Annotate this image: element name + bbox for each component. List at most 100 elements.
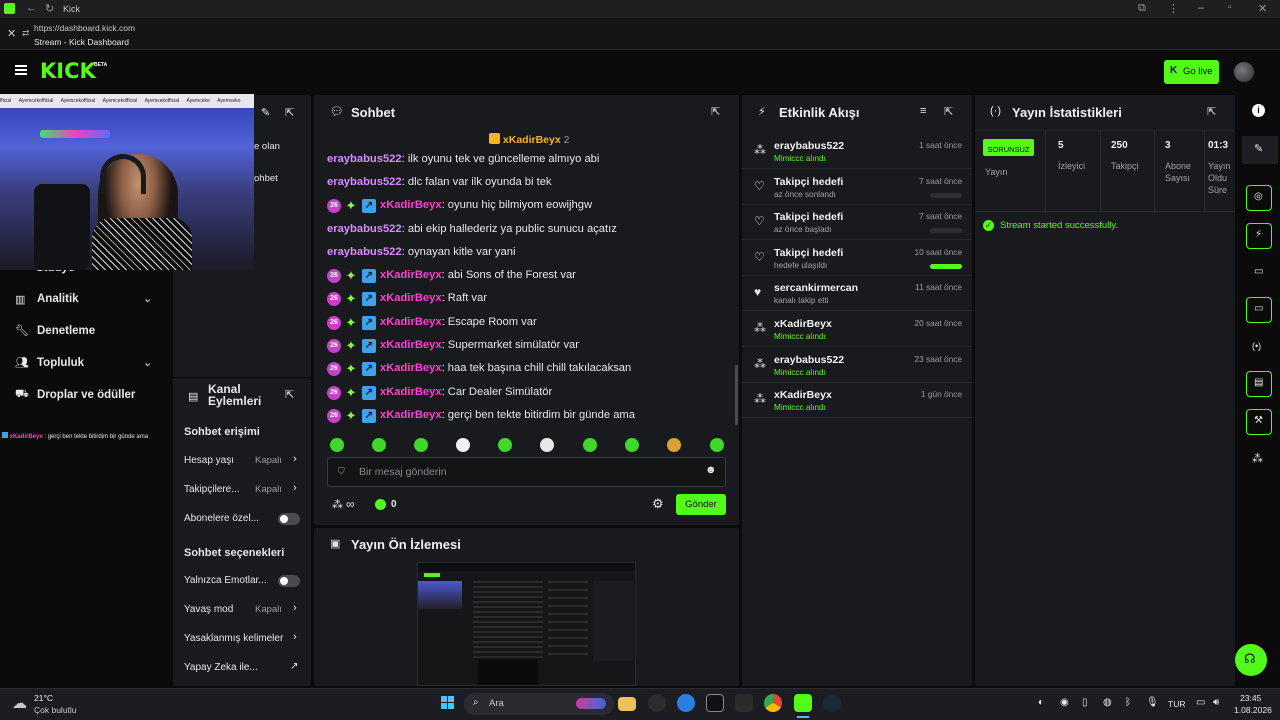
external-link-icon[interactable]: ↗ [290, 661, 298, 672]
stream-preview-video[interactable] [417, 562, 636, 686]
hamburger-menu-icon[interactable] [15, 65, 27, 75]
popout-icon[interactable]: ⇱ [1207, 105, 1216, 118]
activity-item[interactable]: ⁂ xKadirBeyx Mimiccc alındı 20 saat önce [742, 312, 972, 347]
chat-input[interactable]: ⛉ Bir mesaj gönderin ☻ [327, 457, 726, 487]
chat-username[interactable]: xKadirBeyx [380, 362, 442, 374]
chat-username[interactable]: xKadirBeyx [380, 386, 442, 398]
bluetooth-icon[interactable]: ᛒ [1125, 697, 1131, 708]
chat-username[interactable]: xKadirBeyx [380, 316, 442, 328]
avatar[interactable] [1234, 62, 1254, 82]
tool-camera-button[interactable]: ◎ [1246, 185, 1272, 211]
emote-icon[interactable] [330, 438, 344, 452]
minimize-icon[interactable]: – [1198, 2, 1204, 14]
reload-icon[interactable]: ↻ [45, 2, 54, 15]
tool-chat-button[interactable]: ▭ [1246, 297, 1272, 323]
activity-item[interactable]: ♥ sercankirmercan kanalı takip etti 11 saat… [742, 276, 972, 312]
tab-title[interactable]: Kick [63, 4, 80, 14]
emoji-icon[interactable]: ☻ [705, 464, 717, 476]
sidebar-item-drops[interactable]: ⛟ Droplar ve ödüller [15, 388, 165, 406]
setting-followers-only[interactable]: Takipçilere... [184, 484, 302, 495]
setting-ai-moderation[interactable]: Yapay Zeka ile... [184, 662, 302, 673]
broadcast-icon[interactable]: (•) [1252, 341, 1261, 351]
activity-item[interactable]: ♡ Takipçi hedefi az önce sonlandı 7 saat ön… [742, 170, 972, 205]
emote-icon[interactable] [540, 438, 554, 452]
emote-icon[interactable] [498, 438, 512, 452]
chevron-right-icon[interactable]: › [293, 631, 297, 643]
steam-icon[interactable] [823, 694, 841, 712]
popout-icon[interactable]: ⇱ [285, 106, 294, 119]
tray-icon[interactable]: ◍ [1103, 697, 1112, 708]
volume-icon[interactable]: 🔊︎ [1213, 697, 1219, 708]
emote-icon[interactable] [583, 438, 597, 452]
activity-item[interactable]: ⁂ eraybabus522 Mimiccc alındı 23 saat önce [742, 348, 972, 383]
emote-icon[interactable] [414, 438, 428, 452]
network-icon[interactable]: ▭ [1196, 697, 1205, 708]
chat-username[interactable]: eraybabus522 [327, 176, 402, 188]
sidebar-item-analytics[interactable]: ▥ Analitik ⌄ [15, 292, 157, 310]
chat-username[interactable]: eraybabus522 [327, 153, 402, 165]
microphone-icon[interactable]: 🎙︎ [1146, 697, 1159, 708]
tool-preview-button[interactable]: ▤ [1246, 371, 1272, 397]
chevron-right-icon[interactable]: › [293, 453, 297, 465]
browser-icon[interactable] [677, 694, 695, 712]
tool-wrench-button[interactable]: ⚒ [1246, 409, 1272, 435]
setting-banned-words[interactable]: Yasaklanmış kelimeler [184, 633, 302, 644]
kick-app-icon[interactable] [794, 694, 812, 712]
info-icon[interactable]: i [1252, 104, 1265, 117]
chat-username[interactable]: xKadirBeyx [380, 292, 442, 304]
go-live-button[interactable]: K Go live [1164, 60, 1219, 84]
extensions-icon[interactable]: ⧉ [1138, 2, 1146, 15]
sidebar-item-community[interactable]: 👥︎ Topluluk ⌄ [15, 356, 157, 374]
capcut-icon[interactable] [706, 694, 724, 712]
setting-slow-mode[interactable]: Yavaş mod [184, 604, 302, 615]
pinned-user[interactable]: xKadirBeyx [503, 134, 561, 146]
document-icon[interactable]: ▭ [1254, 266, 1263, 277]
tray-icon[interactable]: ◐ [1038, 697, 1044, 708]
tool-lightning-button[interactable]: ⚡︎ [1246, 223, 1272, 249]
edit-layout-button[interactable]: ✎ [1242, 136, 1278, 164]
site-settings-icon[interactable]: ⇄ [22, 28, 30, 39]
chat-username[interactable]: xKadirBeyx [380, 409, 442, 421]
chat-settings-gear-icon[interactable]: ⚙ [652, 496, 664, 512]
support-button[interactable]: ☊ [1235, 644, 1267, 676]
sidebar-item-moderation[interactable]: 🔧︎ Denetleme [15, 324, 157, 342]
drops-icon[interactable]: ⁂ [1252, 452, 1263, 465]
kick-logo[interactable]: KICK [40, 59, 96, 83]
menu-dots-icon[interactable]: ⋮ [1168, 2, 1179, 15]
maximize-icon[interactable]: ▫ [1228, 2, 1232, 13]
language-indicator[interactable]: TUR [1168, 699, 1185, 709]
chrome-icon[interactable] [764, 694, 782, 712]
activity-item[interactable]: ⁂ eraybabus522 Mimiccc alındı 1 saat önce [742, 134, 972, 169]
popout-icon[interactable]: ⇱ [711, 105, 720, 118]
taskbar-search[interactable]: ⌕ Ara [464, 693, 614, 715]
chat-username[interactable]: eraybabus522 [327, 246, 402, 258]
clock-date[interactable]: 1.08.2026 [1234, 705, 1272, 715]
activity-item[interactable]: ⁂ xKadirBeyx Mimiccc alındı 1 gün önce [742, 383, 972, 419]
activity-item[interactable]: ♡ Takipçi hedefi az önce başladı 7 saat önc… [742, 205, 972, 241]
chat-username[interactable]: xKadirBeyx [380, 199, 442, 211]
close-app-icon[interactable]: ✕ [7, 27, 16, 40]
chat-scrollbar[interactable] [735, 365, 738, 425]
start-button[interactable] [441, 696, 455, 710]
popout-icon[interactable]: ⇱ [285, 388, 294, 401]
emote-icon[interactable] [625, 438, 639, 452]
weather-icon[interactable]: ☁ [12, 694, 27, 712]
chat-username[interactable]: xKadirBeyx [380, 269, 442, 281]
chat-username[interactable]: xKadirBeyx [380, 339, 442, 351]
emote-icon[interactable] [372, 438, 386, 452]
emote-icon[interactable] [456, 438, 470, 452]
emote-icon[interactable] [710, 438, 724, 452]
tray-icon[interactable]: ▯ [1082, 697, 1088, 708]
activity-item[interactable]: ♡ Takipçi hedefi hedefe ulaşıldı 10 saat ön… [742, 241, 972, 276]
chevron-right-icon[interactable]: › [293, 482, 297, 494]
emotes-only-toggle[interactable] [278, 575, 300, 587]
filter-icon[interactable]: ≡ [920, 105, 926, 117]
edit-pencil-icon[interactable]: ✎ [261, 106, 270, 119]
chevron-right-icon[interactable]: › [293, 602, 297, 614]
emote-icon[interactable] [667, 438, 681, 452]
clock-time[interactable]: 23:45 [1240, 693, 1261, 703]
setting-account-age[interactable]: Hesap yaşı [184, 455, 302, 466]
subscribers-only-toggle[interactable] [278, 513, 300, 525]
file-explorer-icon[interactable] [618, 697, 636, 711]
window-close-icon[interactable]: ✕ [1258, 2, 1267, 15]
